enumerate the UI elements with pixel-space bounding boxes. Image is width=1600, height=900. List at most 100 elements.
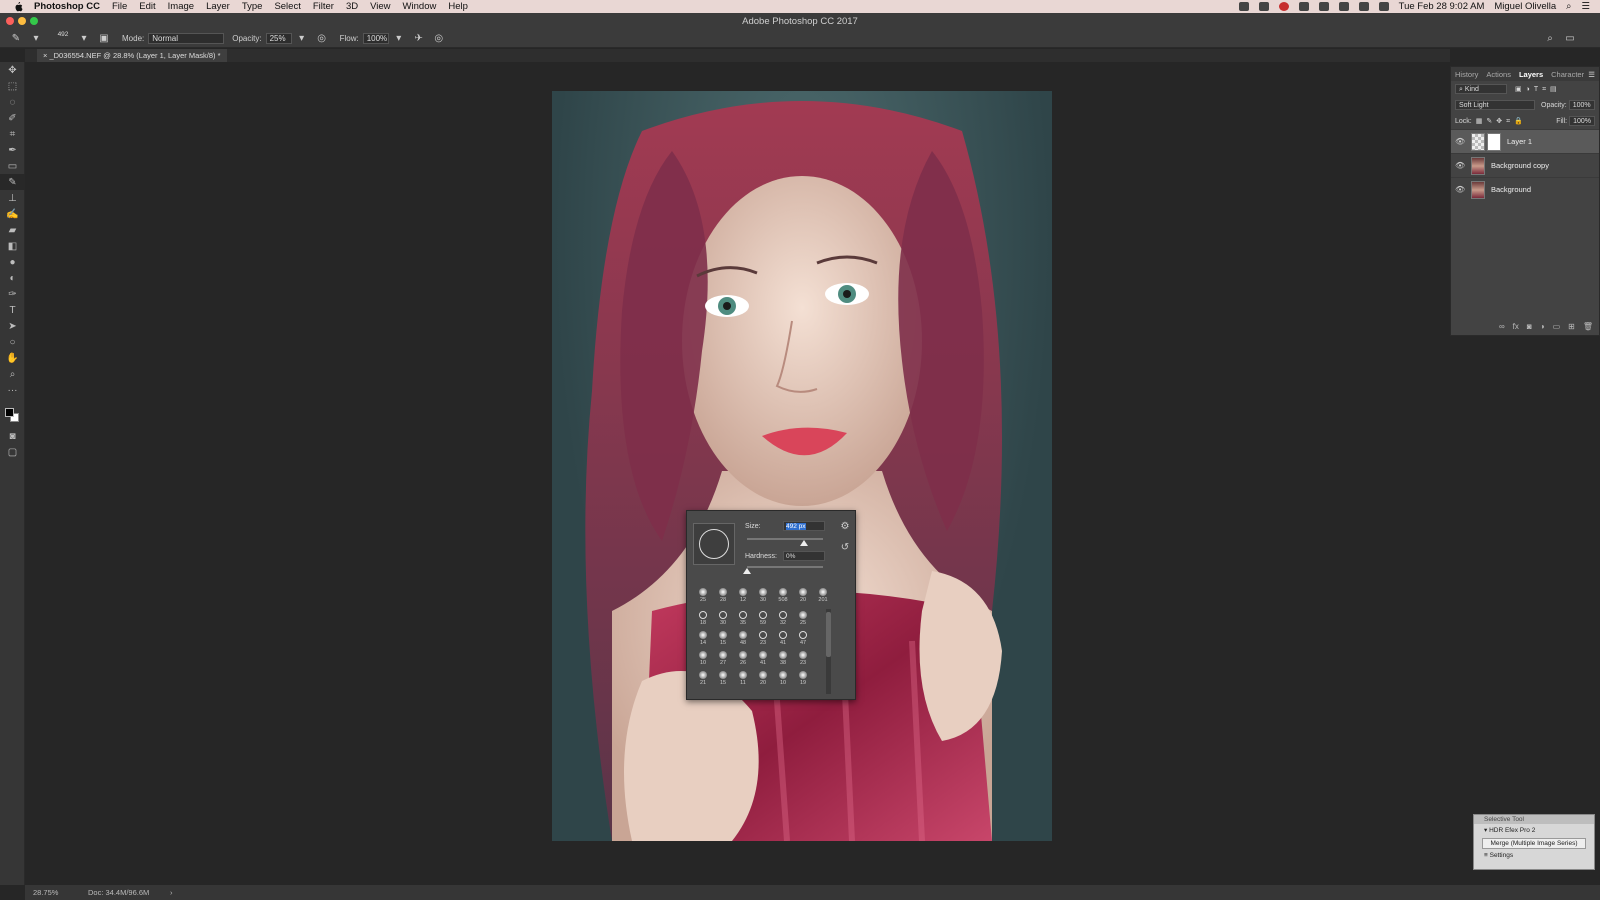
color-swatches[interactable] — [0, 404, 25, 428]
menu-filter[interactable]: Filter — [313, 1, 334, 12]
path-selection-tool[interactable]: ➤ — [0, 318, 25, 334]
volume-icon[interactable] — [1338, 2, 1349, 11]
zoom-window-button[interactable] — [30, 17, 38, 25]
brush-preset[interactable]: 11 — [733, 669, 753, 689]
layer-mask-thumbnail[interactable] — [1487, 132, 1501, 151]
menu-layer[interactable]: Layer — [206, 1, 230, 12]
pen-tool[interactable]: ✑ — [0, 286, 25, 302]
brush-preset[interactable]: 15 — [713, 669, 733, 689]
pressure-opacity-icon[interactable]: ◎ — [316, 33, 328, 45]
foreground-color-swatch[interactable] — [5, 408, 14, 417]
selective-tool-item[interactable]: ▾ HDR Efex Pro 2 — [1474, 824, 1594, 838]
chevron-right-icon[interactable]: › — [170, 885, 173, 900]
eye-icon[interactable]: 👁 — [1455, 137, 1465, 146]
chevron-down-icon[interactable]: ▾ — [78, 33, 90, 45]
brush-preset[interactable]: 27 — [713, 649, 733, 669]
brush-preset[interactable]: 30 — [713, 609, 733, 629]
menu-select[interactable]: Select — [274, 1, 300, 12]
brush-preset[interactable]: 18 — [693, 609, 713, 629]
menubar-clock[interactable]: Tue Feb 28 9:02 AM — [1399, 1, 1485, 12]
brush-preset[interactable]: 59 — [753, 609, 773, 629]
chevron-down-icon[interactable]: ▾ — [393, 33, 405, 45]
opacity-field[interactable]: 25% — [265, 33, 292, 44]
menu-image[interactable]: Image — [168, 1, 194, 12]
eye-icon[interactable]: 👁 — [1455, 161, 1465, 170]
ellipse-tool[interactable]: ○ — [0, 334, 25, 350]
minimize-window-button[interactable] — [18, 17, 26, 25]
edit-toolbar-button[interactable]: ··· — [0, 382, 25, 398]
eraser-tool[interactable]: ▰ — [0, 222, 25, 238]
brush-preset[interactable]: 201 — [813, 586, 833, 606]
eye-icon[interactable]: 👁 — [1455, 185, 1465, 194]
app-menu-name[interactable]: Photoshop CC — [34, 1, 100, 12]
brush-panel-toggle-icon[interactable]: ▣ — [98, 33, 110, 45]
airbrush-icon[interactable]: ✈ — [413, 33, 425, 45]
paint-bucket-tool[interactable]: ◧ — [0, 238, 25, 254]
brush-preset[interactable]: 23 — [753, 629, 773, 649]
menu-view[interactable]: View — [370, 1, 390, 12]
eyedropper-tool[interactable]: ✒ — [0, 142, 25, 158]
creative-cloud-icon[interactable] — [1238, 2, 1249, 11]
quick-selection-tool[interactable]: ✐ — [0, 110, 25, 126]
brush-preset[interactable]: 23 — [793, 649, 813, 669]
size-input[interactable]: 492 px — [783, 521, 825, 531]
wifi-icon[interactable] — [1378, 2, 1389, 11]
notification-center-icon[interactable]: ☰ — [1581, 1, 1590, 12]
brush-preset[interactable]: 38 — [773, 649, 793, 669]
brush-preset[interactable]: 15 — [713, 629, 733, 649]
pressure-size-icon[interactable]: ◎ — [433, 33, 445, 45]
brush-preset-picker[interactable]: 492 — [52, 31, 74, 47]
tab-history[interactable]: History — [1451, 70, 1482, 79]
chevron-down-icon[interactable]: ▾ — [296, 33, 308, 45]
menu-window[interactable]: Window — [403, 1, 437, 12]
adobe-icon[interactable] — [1278, 2, 1289, 11]
quick-mask-button[interactable]: ◙ — [0, 428, 25, 444]
brush-preset[interactable]: 32 — [773, 609, 793, 629]
brush-tool[interactable]: ✎ — [0, 174, 25, 190]
brush-tool-preset-icon[interactable]: ✎ — [10, 33, 22, 45]
scrollbar-thumb[interactable] — [826, 612, 831, 657]
portrait-photo[interactable] — [552, 91, 1052, 841]
fx-icon[interactable]: fx — [1513, 322, 1519, 331]
link-icon[interactable]: ∞ — [1499, 322, 1505, 331]
flow-field[interactable]: 100% — [362, 33, 389, 44]
brush-preset[interactable]: 19 — [793, 669, 813, 689]
menu-type[interactable]: Type — [242, 1, 263, 12]
brush-preset[interactable]: 10 — [693, 649, 713, 669]
layer-row[interactable]: 👁 Background copy — [1451, 153, 1599, 177]
layer-row[interactable]: 👁 Layer 1 — [1451, 129, 1599, 153]
bluetooth-icon[interactable] — [1358, 2, 1369, 11]
healing-brush-tool[interactable]: ▭ — [0, 158, 25, 174]
brush-preset[interactable]: 25 — [793, 609, 813, 629]
dropbox-icon[interactable] — [1258, 2, 1269, 11]
workspace-icon[interactable]: ▭ — [1564, 33, 1576, 45]
history-brush-tool[interactable]: ✍ — [0, 206, 25, 222]
panel-menu-icon[interactable]: ☰ — [1588, 70, 1595, 79]
brush-preset[interactable]: 47 — [793, 629, 813, 649]
mode-select[interactable]: Normal — [148, 33, 225, 44]
zoom-level[interactable]: 28.75% — [33, 885, 58, 900]
hardness-slider-thumb[interactable] — [743, 568, 751, 574]
layer-row[interactable]: 👁 Background — [1451, 177, 1599, 201]
layer-opacity-field[interactable]: 100% — [1568, 100, 1595, 110]
lock-icons[interactable]: ▦✎✥⌗🔒 — [1476, 117, 1527, 126]
brush-preset[interactable]: 41 — [773, 629, 793, 649]
tab-character[interactable]: Character — [1547, 70, 1588, 79]
size-slider[interactable] — [747, 538, 823, 540]
brush-preset[interactable]: 48 — [733, 629, 753, 649]
marquee-tool[interactable]: ⬚ — [0, 78, 25, 94]
zoom-tool[interactable]: ⌕ — [0, 366, 25, 382]
trash-icon[interactable]: 🗑 — [1583, 322, 1593, 331]
brush-preset[interactable]: 508 — [773, 586, 793, 606]
menu-edit[interactable]: Edit — [139, 1, 155, 12]
screen-mode-button[interactable]: ▢ — [0, 444, 25, 460]
brush-preset[interactable]: 28 — [713, 586, 733, 606]
clone-stamp-tool[interactable]: ⊥ — [0, 190, 25, 206]
brush-preset[interactable]: 12 — [733, 586, 753, 606]
layer-fill-field[interactable]: 100% — [1569, 116, 1595, 126]
time-machine-icon[interactable] — [1318, 2, 1329, 11]
brush-preset[interactable]: 30 — [753, 586, 773, 606]
brush-preset[interactable]: 21 — [693, 669, 713, 689]
blur-tool[interactable]: ● — [0, 254, 25, 270]
brush-presets-scrollbar[interactable] — [826, 609, 831, 694]
